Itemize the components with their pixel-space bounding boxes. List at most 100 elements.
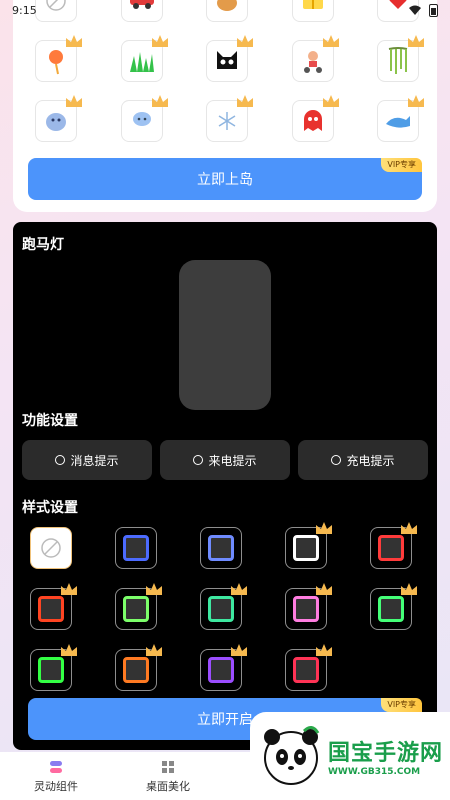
option-message-label: 消息提示 [70, 453, 119, 468]
watermark-text: 国宝手游网 WWW.GB315.COM [328, 735, 443, 777]
style-swatch [208, 596, 234, 622]
style-option[interactable] [285, 644, 332, 691]
crown-icon [316, 522, 332, 534]
option-call[interactable]: 来电提示 [160, 440, 290, 480]
no-symbol-icon [41, 538, 61, 558]
option-call-label: 来电提示 [208, 453, 257, 468]
panda-logo [264, 726, 320, 785]
grass-icon[interactable] [120, 35, 168, 82]
widget-icon [50, 760, 62, 773]
watermark-brand: 国宝手游网 [328, 741, 444, 766]
style-swatch [378, 596, 404, 622]
crown-icon [146, 583, 162, 595]
lantern-icon[interactable] [35, 35, 82, 82]
style-option[interactable] [115, 644, 162, 691]
watermark: 国宝手游网 WWW.GB315.COM [250, 712, 450, 800]
nav-widget[interactable]: 灵动组件 [0, 752, 112, 800]
battery-icon [429, 3, 438, 17]
style-swatch [208, 657, 234, 683]
go-island-label: 立即上岛 [197, 172, 253, 188]
style-option[interactable] [30, 583, 77, 630]
nav-widget-label: 灵动组件 [34, 779, 78, 793]
crown-icon [401, 522, 417, 534]
style-option[interactable] [285, 583, 332, 630]
style-swatch [123, 535, 149, 561]
crown-icon [322, 35, 339, 47]
nav-desktop[interactable]: 桌面美化 [112, 752, 224, 800]
style-swatch [38, 657, 64, 683]
go-island-button[interactable]: 立即上岛 VIP专享 [28, 158, 422, 200]
jellyfish-icon[interactable] [120, 95, 168, 142]
icon-row-2 [35, 35, 424, 82]
crown-icon [231, 644, 247, 656]
radio-icon [331, 455, 342, 465]
crown-icon [408, 95, 424, 107]
willow-icon[interactable] [377, 35, 424, 82]
crown-icon [66, 35, 82, 47]
function-options: 消息提示 来电提示 充电提示 [22, 440, 428, 480]
crown-icon [237, 95, 253, 107]
status-bar: 9:15 [0, 0, 450, 20]
style-swatch [208, 535, 234, 561]
scooter-icon[interactable] [291, 35, 339, 82]
function-title: 功能设置 [22, 413, 78, 429]
style-option[interactable] [200, 583, 247, 630]
black-cat-icon[interactable] [206, 35, 253, 82]
nav-desktop-label: 桌面美化 [146, 779, 190, 793]
vip-badge: VIP专享 [381, 698, 422, 712]
style-option[interactable] [370, 522, 417, 569]
style-option[interactable] [115, 583, 162, 630]
style-option[interactable] [370, 583, 417, 630]
marquee-title: 跑马灯 [22, 237, 64, 253]
style-option[interactable] [115, 527, 157, 569]
style-swatch [123, 657, 149, 683]
wifi-icon [409, 5, 421, 15]
style-swatch [293, 596, 319, 622]
crown-icon [322, 95, 339, 107]
crown-icon [146, 644, 162, 656]
marquee-panel: 跑马灯 功能设置 消息提示 来电提示 充电提示 样式设置 立即开启 VIP专享 [13, 222, 437, 750]
radio-icon [55, 455, 66, 465]
style-swatch [378, 535, 404, 561]
style-option[interactable] [285, 522, 332, 569]
crown-icon [316, 644, 332, 656]
style-swatch [123, 596, 149, 622]
style-swatch [293, 657, 319, 683]
status-time: 9:15 [12, 3, 37, 17]
option-message[interactable]: 消息提示 [22, 440, 152, 480]
style-option[interactable] [200, 644, 247, 691]
crown-icon [401, 583, 417, 595]
snowflake-icon[interactable] [206, 95, 253, 142]
crown-icon [408, 35, 424, 47]
style-swatch [38, 596, 64, 622]
watermark-url: WWW.GB315.COM [328, 767, 421, 777]
crown-icon [237, 35, 253, 47]
style-option[interactable] [200, 527, 242, 569]
style-option[interactable] [30, 644, 77, 691]
grid-icon [162, 760, 174, 773]
radio-icon [193, 455, 204, 465]
status-icons [409, 3, 438, 17]
style-swatch [293, 535, 319, 561]
style-row-2 [30, 583, 417, 630]
ghost-icon[interactable] [291, 95, 339, 142]
option-charge[interactable]: 充电提示 [298, 440, 428, 480]
style-none[interactable] [30, 527, 72, 569]
style-title: 样式设置 [22, 500, 78, 516]
crown-icon [151, 95, 168, 107]
phone-preview [179, 260, 271, 410]
option-charge-label: 充电提示 [346, 453, 395, 468]
style-row-1 [30, 522, 417, 569]
start-label: 立即开启 [197, 712, 253, 728]
sloth-icon[interactable] [35, 95, 82, 142]
whale-icon[interactable] [377, 95, 424, 142]
crown-icon [61, 583, 77, 595]
crown-icon [316, 583, 332, 595]
crown-icon [66, 95, 82, 107]
icon-row-3 [35, 95, 424, 142]
style-empty-slot [370, 649, 412, 691]
crown-icon [61, 644, 77, 656]
style-row-3 [30, 644, 412, 691]
vip-badge: VIP专享 [381, 158, 422, 172]
island-card: 立即上岛 VIP专享 [13, 0, 437, 212]
